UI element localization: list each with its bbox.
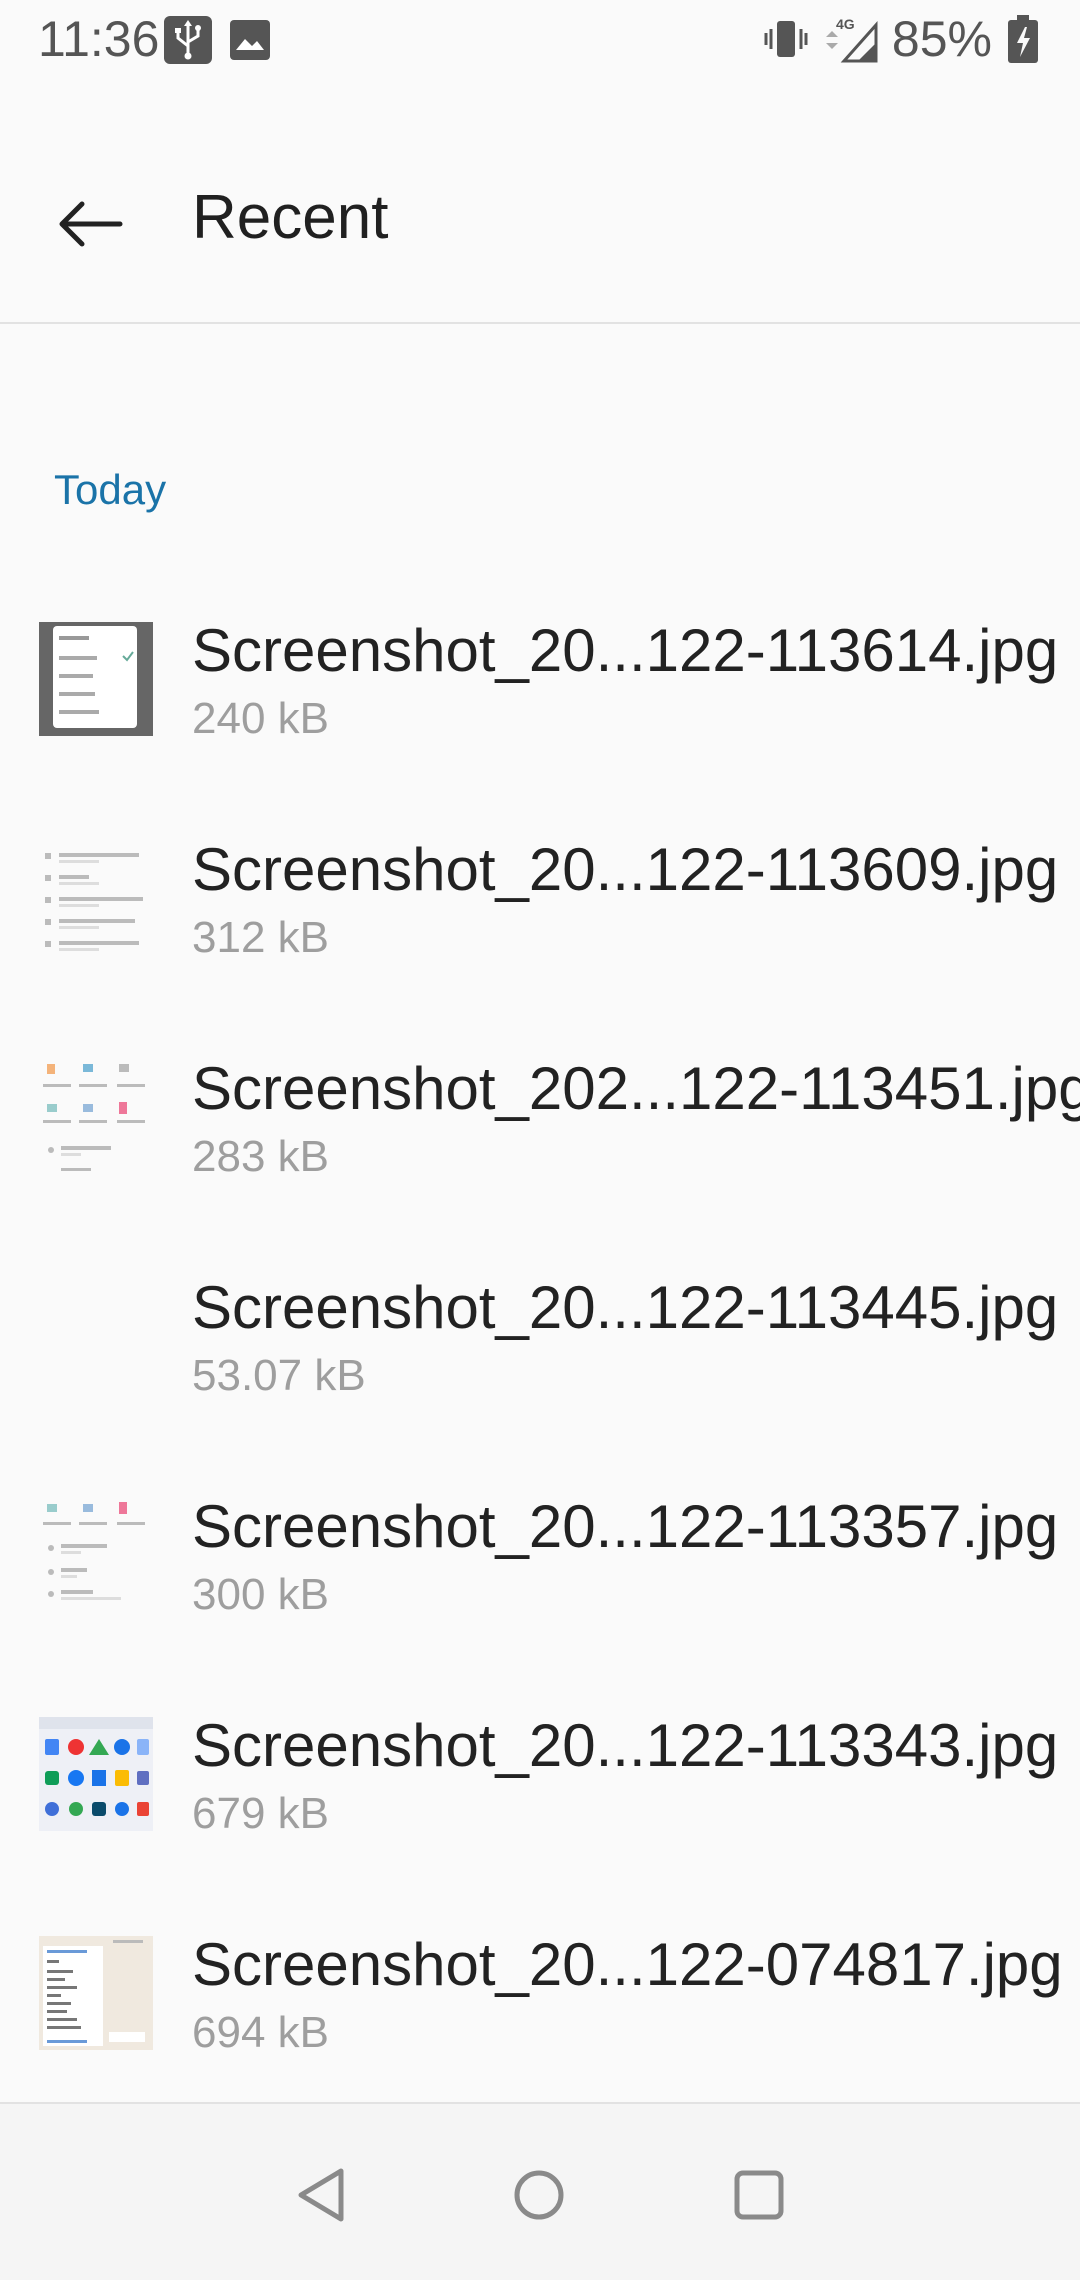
file-thumbnail <box>39 1060 153 1174</box>
section-header-today: Today <box>54 466 167 513</box>
list-item[interactable]: Screenshot_20...122-074817.jpg 694 kB <box>0 1886 1080 2105</box>
status-time: 11:36 <box>38 11 160 67</box>
usb-icon <box>164 16 212 64</box>
battery-charging-icon <box>1006 13 1040 65</box>
svg-text:4G: 4G <box>836 16 855 32</box>
file-name: Screenshot_20...122-113343.jpg <box>192 1712 1059 1779</box>
arrow-left-icon <box>59 201 123 247</box>
file-thumbnail <box>39 1279 153 1393</box>
nav-home-button[interactable] <box>504 2160 574 2230</box>
nav-back-icon <box>298 2168 344 2222</box>
file-thumbnail <box>39 1498 153 1612</box>
nav-back-button[interactable] <box>286 2160 356 2230</box>
file-size: 679 kB <box>192 1789 329 1838</box>
file-size: 240 kB <box>192 694 329 743</box>
nav-recents-button[interactable] <box>724 2160 794 2230</box>
status-right: 4G 85% <box>764 10 1040 68</box>
file-size: 312 kB <box>192 913 329 962</box>
status-bar: 11:36 4G 85% <box>0 0 1080 80</box>
list-item[interactable]: Screenshot_20...122-113614.jpg 240 kB <box>0 572 1080 791</box>
page-title: Recent <box>192 183 389 252</box>
list-item[interactable]: Screenshot_20...122-113357.jpg 300 kB <box>0 1448 1080 1667</box>
file-thumbnail <box>39 841 153 955</box>
toolbar-divider <box>0 322 1080 324</box>
list-item[interactable]: Screenshot_20...122-113343.jpg 679 kB <box>0 1667 1080 1886</box>
file-size: 300 kB <box>192 1570 329 1619</box>
file-thumbnail <box>39 1717 153 1831</box>
vibrate-icon <box>764 15 808 63</box>
file-name: Screenshot_20...122-074817.jpg <box>192 1931 1063 1998</box>
battery-percent: 85% <box>891 11 992 67</box>
back-button[interactable] <box>50 184 130 264</box>
file-name: Screenshot_202...122-113451.jpg <box>192 1055 1080 1122</box>
file-list: Screenshot_20...122-113614.jpg 240 kB Sc… <box>0 572 1080 2105</box>
list-item[interactable]: Screenshot_20...122-113609.jpg 312 kB <box>0 791 1080 1010</box>
signal-icon: 4G <box>822 15 878 63</box>
file-thumbnail <box>39 1936 153 2050</box>
file-name: Screenshot_20...122-113609.jpg <box>192 836 1059 903</box>
list-item[interactable]: Screenshot_20...122-113445.jpg 53.07 kB <box>0 1229 1080 1448</box>
file-thumbnail <box>39 622 153 736</box>
navigation-bar <box>0 2104 1080 2280</box>
file-size: 283 kB <box>192 1132 329 1181</box>
nav-home-icon <box>514 2170 564 2220</box>
toolbar: Recent <box>0 110 1080 324</box>
file-name: Screenshot_20...122-113614.jpg <box>192 617 1059 684</box>
file-name: Screenshot_20...122-113445.jpg <box>192 1274 1059 1341</box>
nav-recents-icon <box>734 2170 784 2220</box>
list-item[interactable]: Screenshot_202...122-113451.jpg 283 kB <box>0 1010 1080 1229</box>
file-size: 53.07 kB <box>192 1351 366 1400</box>
file-size: 694 kB <box>192 2008 329 2057</box>
image-icon <box>230 20 270 60</box>
file-name: Screenshot_20...122-113357.jpg <box>192 1493 1059 1560</box>
